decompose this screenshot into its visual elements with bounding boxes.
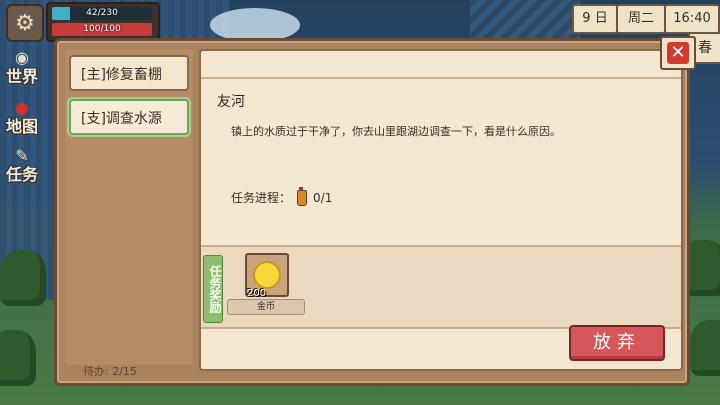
stamina-text: 100/100 [83,24,121,34]
quest-description: 镇上的水质过于干净了，你去山里跟湖边调查一下，看是什么原因。 [231,125,561,138]
time-display: 16:40 [664,4,720,34]
quest-detail-panel: 友河 镇上的水质过于干净了，你去山里跟湖边调查一下，看是什么原因。 任务进程： … [199,49,683,371]
map-pin-icon: ● [15,98,29,117]
weekday-display: 周二 [616,4,666,34]
water-splash [210,8,300,42]
world-button[interactable]: ◉ 世界 [2,48,42,90]
gold-coin-icon [253,261,281,289]
day-display: 9 日 [572,4,618,34]
hp-text: 42/230 [86,8,118,18]
progress-label: 任务进程： [231,191,292,205]
reward-label: 任务奖励 [203,255,223,323]
globe-icon: ◉ [15,48,29,67]
quest-button[interactable]: ✎ 任务 [2,146,42,188]
quest-tab-main[interactable]: [主]修复畜棚 [69,55,189,91]
quest-progress: 任务进程： 0/1 [231,186,333,206]
close-icon: ✕ [667,42,689,64]
status-bars: 42/230 100/100 [46,2,160,42]
reward-item-name: 金币 [227,299,305,315]
quest-tab-side[interactable]: [支]调查水源 [69,99,189,135]
quest-window: [主]修复畜棚 [支]调查水源 待办: 2/15 友河 镇上的水质过于干净了，你… [54,38,690,386]
reward-section: 任务奖励 200 金币 [201,245,681,329]
quest-list: [主]修复畜棚 [支]调查水源 [65,49,193,365]
tree [690,320,720,376]
world-button-label: 世界 [5,67,38,86]
quest-title: 友河 [217,94,245,110]
panel-header-strip [201,51,681,79]
map-button[interactable]: ● 地图 [2,98,42,140]
building-rooftop [470,0,580,40]
stamina-bar: 100/100 [52,23,152,36]
pending-count: 待办: 2/15 [83,365,137,378]
quest-scroll-icon: ✎ [15,146,29,165]
map-button-label: 地图 [5,117,38,136]
hp-bar: 42/230 [52,7,152,20]
reward-item-slot[interactable]: 200 [245,253,289,299]
progress-value: 0/1 [313,190,333,205]
close-button[interactable]: ✕ [660,36,696,70]
abandon-button[interactable]: 放弃 [569,325,665,361]
reward-item-quantity: 200 [247,288,267,299]
tree [0,330,36,386]
tree [0,250,46,306]
quest-button-label: 任务 [5,165,38,184]
potion-bottle-icon [297,186,308,206]
gear-icon: ⚙ [15,10,35,36]
settings-gear-button[interactable]: ⚙ [6,4,44,42]
